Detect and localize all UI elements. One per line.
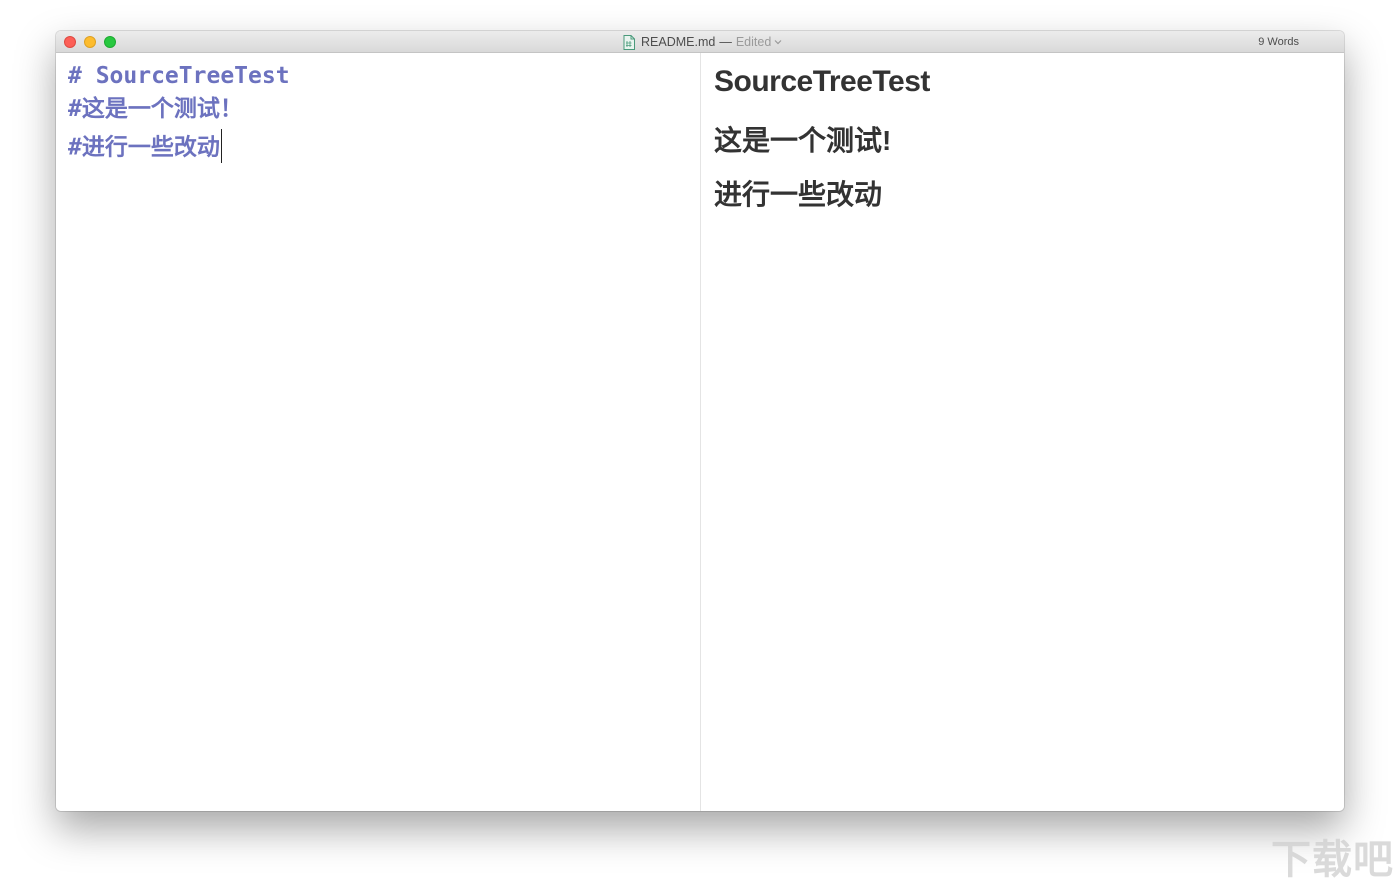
editor-line[interactable]: #进行一些改动: [68, 129, 222, 165]
title-bar[interactable]: README.md — Edited 9 Words: [56, 31, 1344, 53]
text-caret: [220, 129, 222, 163]
preview-heading: 这是一个测试!: [714, 125, 892, 156]
editor-line-text: # SourceTreeTest: [68, 63, 290, 89]
editor-line[interactable]: # SourceTreeTest: [68, 62, 290, 90]
split-view: # SourceTreeTest #这是一个测试！ #进行一些改动 Source…: [56, 53, 1344, 811]
window-title[interactable]: README.md — Edited: [623, 34, 782, 50]
editor-window: README.md — Edited 9 Words # SourceTreeT…: [56, 31, 1344, 811]
markdown-preview: SourceTreeTest 这是一个测试! 进行一些改动: [701, 53, 1344, 811]
editor-line-text: #这是一个测试！: [68, 96, 243, 122]
title-separator: —: [719, 35, 732, 49]
document-status[interactable]: Edited: [736, 35, 771, 49]
editor-line-text: #进行一些改动: [68, 134, 220, 161]
site-watermark: 下载吧: [1271, 837, 1394, 883]
window-filename: README.md: [641, 35, 716, 49]
editor-line[interactable]: #这是一个测试！: [68, 95, 243, 123]
preview-heading: 进行一些改动: [714, 179, 883, 210]
close-button[interactable]: [64, 36, 76, 48]
markdown-document-icon: [623, 34, 635, 50]
chevron-down-icon[interactable]: [774, 39, 782, 45]
markdown-editor[interactable]: # SourceTreeTest #这是一个测试！ #进行一些改动: [56, 53, 700, 811]
minimize-button[interactable]: [84, 36, 96, 48]
word-count[interactable]: 9 Words: [1258, 36, 1299, 48]
zoom-button[interactable]: [104, 36, 116, 48]
preview-heading: SourceTreeTest: [714, 65, 930, 98]
